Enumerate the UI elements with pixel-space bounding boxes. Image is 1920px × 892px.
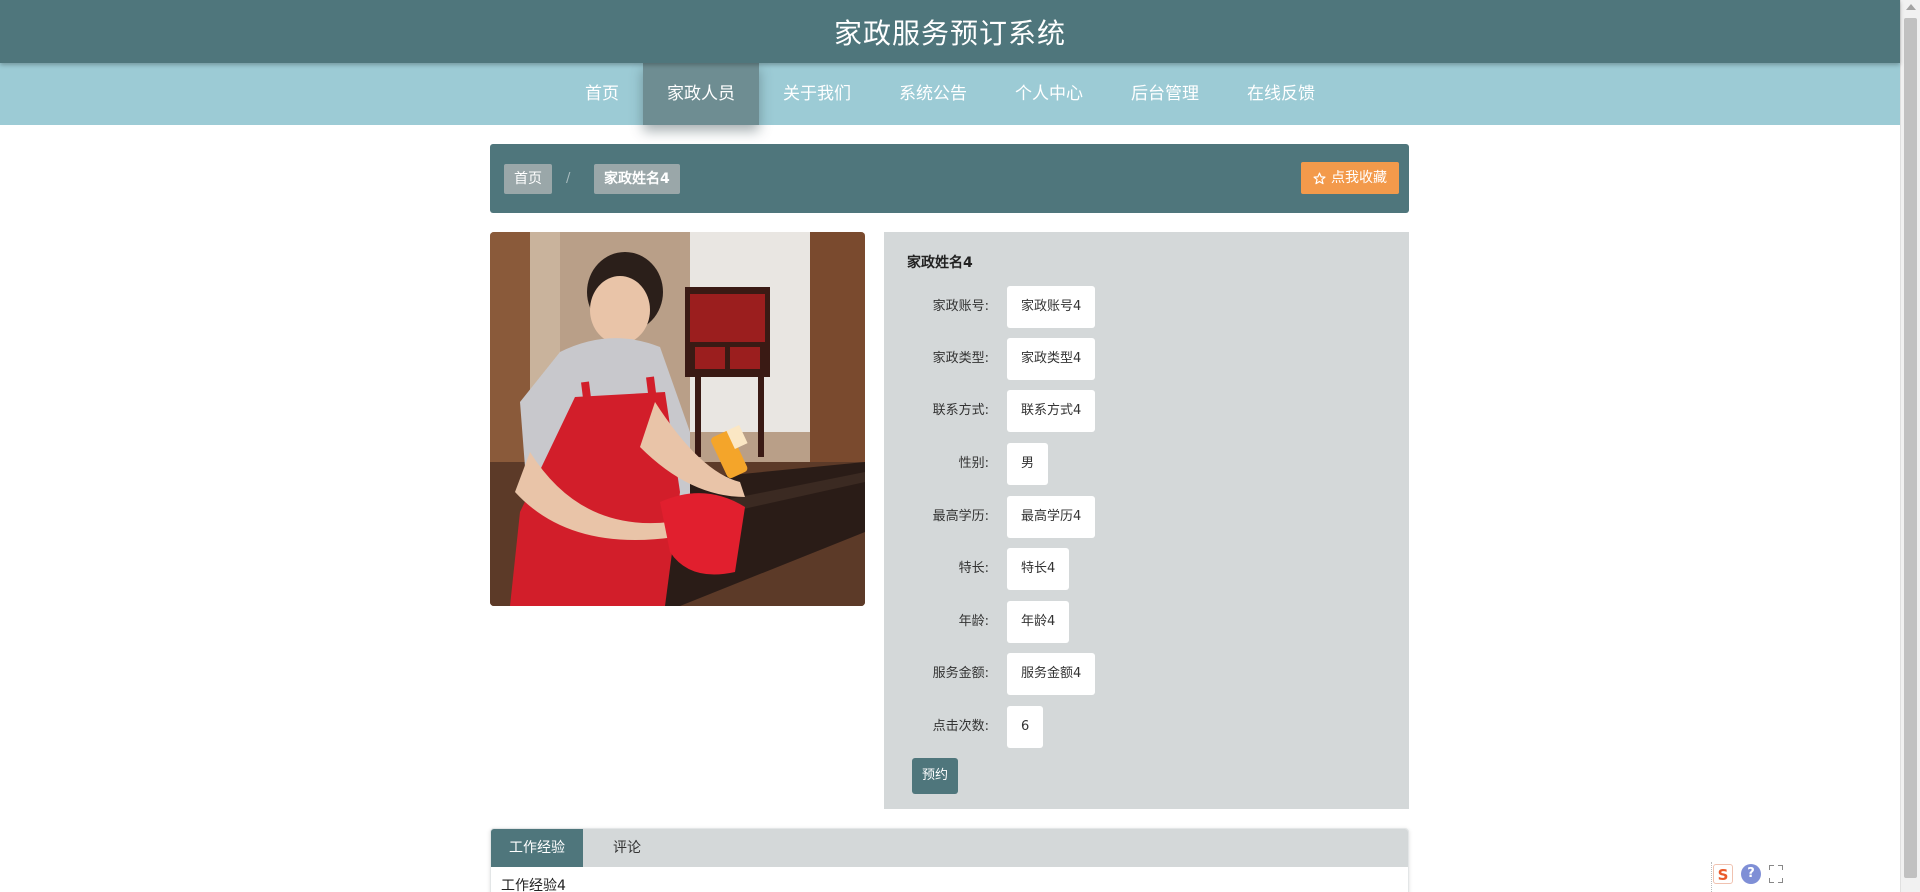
- tab-content: 工作经验4: [501, 878, 566, 892]
- favorite-button-label: 点我收藏: [1331, 170, 1387, 186]
- scroll-up-icon[interactable]: [1906, 4, 1916, 10]
- page-scrollbar[interactable]: [1900, 0, 1920, 892]
- tab-work-experience[interactable]: 工作经验: [491, 829, 583, 867]
- detail-label: 最高学历:: [932, 509, 989, 524]
- sogou-s-icon[interactable]: S: [1713, 864, 1733, 884]
- detail-label: 家政类型:: [932, 351, 989, 366]
- breadcrumb-home[interactable]: 首页: [504, 164, 552, 194]
- page: 家政服务预订系统 首页 家政人员 关于我们 系统公告 个人中心 后台管理 在线反…: [0, 0, 1920, 892]
- housekeeper-photo: [490, 232, 865, 606]
- detail-label: 特长:: [958, 561, 989, 576]
- detail-label: 点击次数:: [932, 719, 989, 734]
- breadcrumb: 首页 / 家政姓名4 点我收藏: [490, 144, 1409, 213]
- detail-row-price: 服务金额: 服务金额4: [884, 653, 1409, 695]
- breadcrumb-current: 家政姓名4: [594, 164, 680, 194]
- detail-value: 家政类型4: [1007, 338, 1096, 380]
- detail-value: 6: [1007, 706, 1044, 748]
- nav-item-housekeepers[interactable]: 家政人员: [643, 63, 759, 125]
- scrollbar-thumb[interactable]: [1904, 18, 1917, 878]
- detail-value: 联系方式4: [1007, 390, 1096, 432]
- nav-item-home[interactable]: 首页: [561, 63, 643, 125]
- detail-row-account: 家政账号: 家政账号4: [884, 286, 1409, 328]
- floating-toolbar: S ?: [1713, 864, 1783, 884]
- toolbar-divider: [1711, 862, 1712, 892]
- detail-value: 最高学历4: [1007, 496, 1096, 538]
- housekeeper-name: 家政姓名4: [907, 255, 973, 271]
- tab-comments[interactable]: 评论: [595, 829, 659, 867]
- nav-item-admin[interactable]: 后台管理: [1107, 63, 1223, 125]
- detail-row-age: 年龄: 年龄4: [884, 601, 1409, 643]
- help-icon[interactable]: ?: [1741, 864, 1761, 884]
- tabs-header: 工作经验 评论: [491, 829, 1408, 867]
- detail-value: 家政账号4: [1007, 286, 1096, 328]
- detail-row-clicks: 点击次数: 6: [884, 706, 1409, 748]
- detail-label: 年龄:: [958, 614, 989, 629]
- detail-row-specialty: 特长: 特长4: [884, 548, 1409, 590]
- detail-row-education: 最高学历: 最高学历4: [884, 496, 1409, 538]
- tabs-panel: 工作经验 评论 工作经验4: [490, 828, 1409, 892]
- site-title: 家政服务预订系统: [833, 16, 1066, 50]
- site-header: 家政服务预订系统: [0, 0, 1900, 63]
- nav-item-announcements[interactable]: 系统公告: [875, 63, 991, 125]
- detail-row-type: 家政类型: 家政类型4: [884, 338, 1409, 380]
- detail-label: 联系方式:: [932, 403, 989, 418]
- nav-item-feedback[interactable]: 在线反馈: [1223, 63, 1339, 125]
- detail-label: 服务金额:: [932, 666, 989, 681]
- detail-label: 性别:: [958, 456, 989, 471]
- nav-item-personal-center[interactable]: 个人中心: [991, 63, 1107, 125]
- book-button[interactable]: 预约: [912, 758, 959, 794]
- detail-label: 家政账号:: [932, 299, 989, 314]
- detail-value: 年龄4: [1007, 601, 1070, 643]
- detail-value: 特长4: [1007, 548, 1070, 590]
- detail-row-contact: 联系方式: 联系方式4: [884, 390, 1409, 432]
- nav-item-about[interactable]: 关于我们: [759, 63, 875, 125]
- favorite-button[interactable]: 点我收藏: [1301, 162, 1399, 194]
- breadcrumb-separator: /: [566, 171, 571, 186]
- main-nav: 首页 家政人员 关于我们 系统公告 个人中心 后台管理 在线反馈: [0, 63, 1900, 125]
- star-outline-icon: [1313, 171, 1326, 185]
- detail-value: 男: [1007, 443, 1049, 485]
- detail-row-gender: 性别: 男: [884, 443, 1409, 485]
- detail-value: 服务金额4: [1007, 653, 1096, 695]
- expand-icon[interactable]: [1769, 865, 1783, 883]
- housekeeper-detail-panel: 家政姓名4 家政账号: 家政账号4 家政类型: 家政类型4 联系方式: 联系方式…: [884, 232, 1409, 809]
